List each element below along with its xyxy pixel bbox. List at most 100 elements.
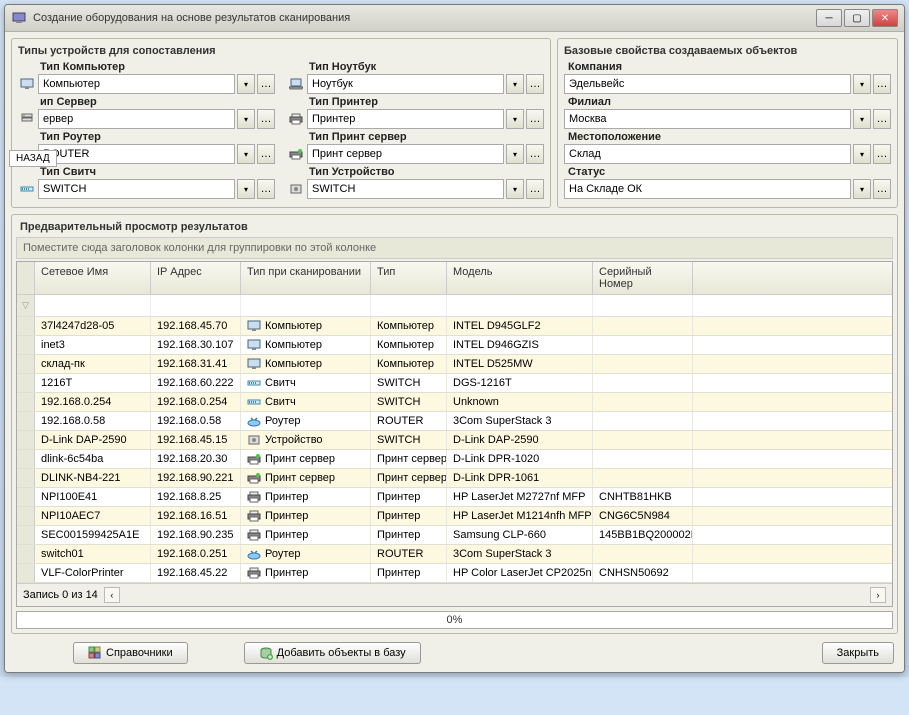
prop-dropdown-company[interactable]: ▾ (853, 74, 871, 94)
type-lookup-computer[interactable]: … (257, 74, 275, 94)
cell-type: Принтер (371, 526, 447, 544)
type-dropdown-switch[interactable]: ▾ (237, 179, 255, 199)
cell-ip: 192.168.45.70 (151, 317, 241, 335)
prop-lookup-status[interactable]: … (873, 179, 891, 199)
type-dropdown-server[interactable]: ▾ (237, 109, 255, 129)
row-selector[interactable] (17, 412, 35, 430)
close-button[interactable]: Закрыть (822, 642, 894, 664)
type-lookup-notebook[interactable]: … (526, 74, 544, 94)
cell-scantype: Свитч (241, 374, 371, 392)
type-row-printserver: Тип Принт сервер Принт сервер ▾ … (287, 131, 544, 164)
minimize-button[interactable]: ─ (816, 9, 842, 27)
cell-ip: 192.168.31.41 (151, 355, 241, 373)
type-combo-switch[interactable]: SWITCH (38, 179, 235, 199)
column-header-scantype[interactable]: Тип при сканировании (241, 262, 371, 294)
close-window-button[interactable]: ✕ (872, 9, 898, 27)
nav-prev-button[interactable]: ‹ (104, 587, 120, 603)
row-selector[interactable] (17, 336, 35, 354)
cell-model: DGS-1216T (447, 374, 593, 392)
prop-dropdown-location[interactable]: ▾ (853, 144, 871, 164)
titlebar[interactable]: Создание оборудования на основе результа… (5, 5, 904, 32)
row-selector[interactable] (17, 526, 35, 544)
filter-type[interactable] (371, 295, 447, 316)
add-to-db-button[interactable]: Добавить объекты в базу (244, 642, 421, 664)
row-selector[interactable] (17, 545, 35, 563)
prop-combo-location[interactable]: Склад (564, 144, 851, 164)
table-row[interactable]: dlink-6c54ba 192.168.20.30 Принт сервер … (17, 450, 892, 469)
row-selector[interactable] (17, 374, 35, 392)
type-combo-computer[interactable]: Компьютер (38, 74, 235, 94)
prop-combo-branch[interactable]: Москва (564, 109, 851, 129)
prop-lookup-branch[interactable]: … (873, 109, 891, 129)
table-row[interactable]: склад-пк 192.168.31.41 Компьютер Компьют… (17, 355, 892, 374)
prop-dropdown-status[interactable]: ▾ (853, 179, 871, 199)
references-button[interactable]: Справочники (73, 642, 188, 664)
row-selector[interactable] (17, 355, 35, 373)
table-row[interactable]: 37l4247d28-05 192.168.45.70 Компьютер Ко… (17, 317, 892, 336)
row-selector[interactable] (17, 317, 35, 335)
column-header-name[interactable]: Сетевое Имя (35, 262, 151, 294)
filter-name[interactable] (35, 295, 151, 316)
type-dropdown-router[interactable]: ▾ (237, 144, 255, 164)
row-selector[interactable] (17, 469, 35, 487)
nav-next-button[interactable]: › (870, 587, 886, 603)
type-combo-server[interactable]: ервер (38, 109, 235, 129)
table-row[interactable]: switch01 192.168.0.251 Роутер ROUTER 3Co… (17, 545, 892, 564)
type-combo-printer[interactable]: Принтер (307, 109, 504, 129)
type-combo-device[interactable]: SWITCH (307, 179, 504, 199)
type-combo-printserver[interactable]: Принт сервер (307, 144, 504, 164)
add-to-db-label: Добавить объекты в базу (277, 647, 406, 659)
type-dropdown-notebook[interactable]: ▾ (506, 74, 524, 94)
prop-dropdown-branch[interactable]: ▾ (853, 109, 871, 129)
type-lookup-device[interactable]: … (526, 179, 544, 199)
table-row[interactable]: D-Link DAP-2590 192.168.45.15 Устройство… (17, 431, 892, 450)
filter-scantype[interactable] (241, 295, 371, 316)
row-selector[interactable] (17, 450, 35, 468)
device-types-title: Типы устройств для сопоставления (18, 45, 544, 57)
type-lookup-switch[interactable]: … (257, 179, 275, 199)
type-lookup-printer[interactable]: … (526, 109, 544, 129)
filter-model[interactable] (447, 295, 593, 316)
table-row[interactable]: 192.168.0.254 192.168.0.254 Свитч SWITCH… (17, 393, 892, 412)
type-lookup-router[interactable]: … (257, 144, 275, 164)
type-dropdown-printserver[interactable]: ▾ (506, 144, 524, 164)
prop-combo-status[interactable]: На Складе ОК (564, 179, 851, 199)
table-row[interactable]: NPI10AEC7 192.168.16.51 Принтер Принтер … (17, 507, 892, 526)
type-lookup-server[interactable]: … (257, 109, 275, 129)
row-selector[interactable] (17, 393, 35, 411)
switch-icon (18, 181, 36, 197)
table-row[interactable]: NPI100E41 192.168.8.25 Принтер Принтер H… (17, 488, 892, 507)
column-header-serial[interactable]: Серийный Номер (593, 262, 693, 294)
table-row[interactable]: DLINK-NB4-221 192.168.90.221 Принт серве… (17, 469, 892, 488)
type-dropdown-device[interactable]: ▾ (506, 179, 524, 199)
column-header-type[interactable]: Тип (371, 262, 447, 294)
table-row[interactable]: 1216T 192.168.60.222 Свитч SWITCH DGS-12… (17, 374, 892, 393)
type-lookup-printserver[interactable]: … (526, 144, 544, 164)
table-row[interactable]: VLF-ColorPrinter 192.168.45.22 Принтер П… (17, 564, 892, 583)
column-header-ip[interactable]: IP Адрес (151, 262, 241, 294)
type-dropdown-printer[interactable]: ▾ (506, 109, 524, 129)
row-selector[interactable] (17, 507, 35, 525)
group-hint[interactable]: Поместите сюда заголовок колонки для гру… (16, 237, 893, 259)
row-selector-header[interactable] (17, 262, 35, 294)
column-header-model[interactable]: Модель (447, 262, 593, 294)
type-combo-router[interactable]: ROUTER (38, 144, 235, 164)
table-row[interactable]: 192.168.0.58 192.168.0.58 Роутер ROUTER … (17, 412, 892, 431)
filter-ip[interactable] (151, 295, 241, 316)
filter-serial[interactable] (593, 295, 693, 316)
prop-lookup-company[interactable]: … (873, 74, 891, 94)
type-combo-notebook[interactable]: Ноутбук (307, 74, 504, 94)
switch-icon (247, 377, 261, 389)
row-selector[interactable] (17, 564, 35, 582)
table-row[interactable]: SEC001599425A1E 192.168.90.235 Принтер П… (17, 526, 892, 545)
type-dropdown-computer[interactable]: ▾ (237, 74, 255, 94)
type-row-server: ип Сервер ервер ▾ … (18, 96, 275, 129)
row-selector[interactable] (17, 431, 35, 449)
prop-lookup-location[interactable]: … (873, 144, 891, 164)
prop-combo-company[interactable]: Эдельвейс (564, 74, 851, 94)
row-selector[interactable] (17, 488, 35, 506)
maximize-button[interactable]: ▢ (844, 9, 870, 27)
table-row[interactable]: inet3 192.168.30.107 Компьютер Компьютер… (17, 336, 892, 355)
cell-type: ROUTER (371, 412, 447, 430)
filter-icon[interactable]: ▽ (17, 295, 35, 316)
